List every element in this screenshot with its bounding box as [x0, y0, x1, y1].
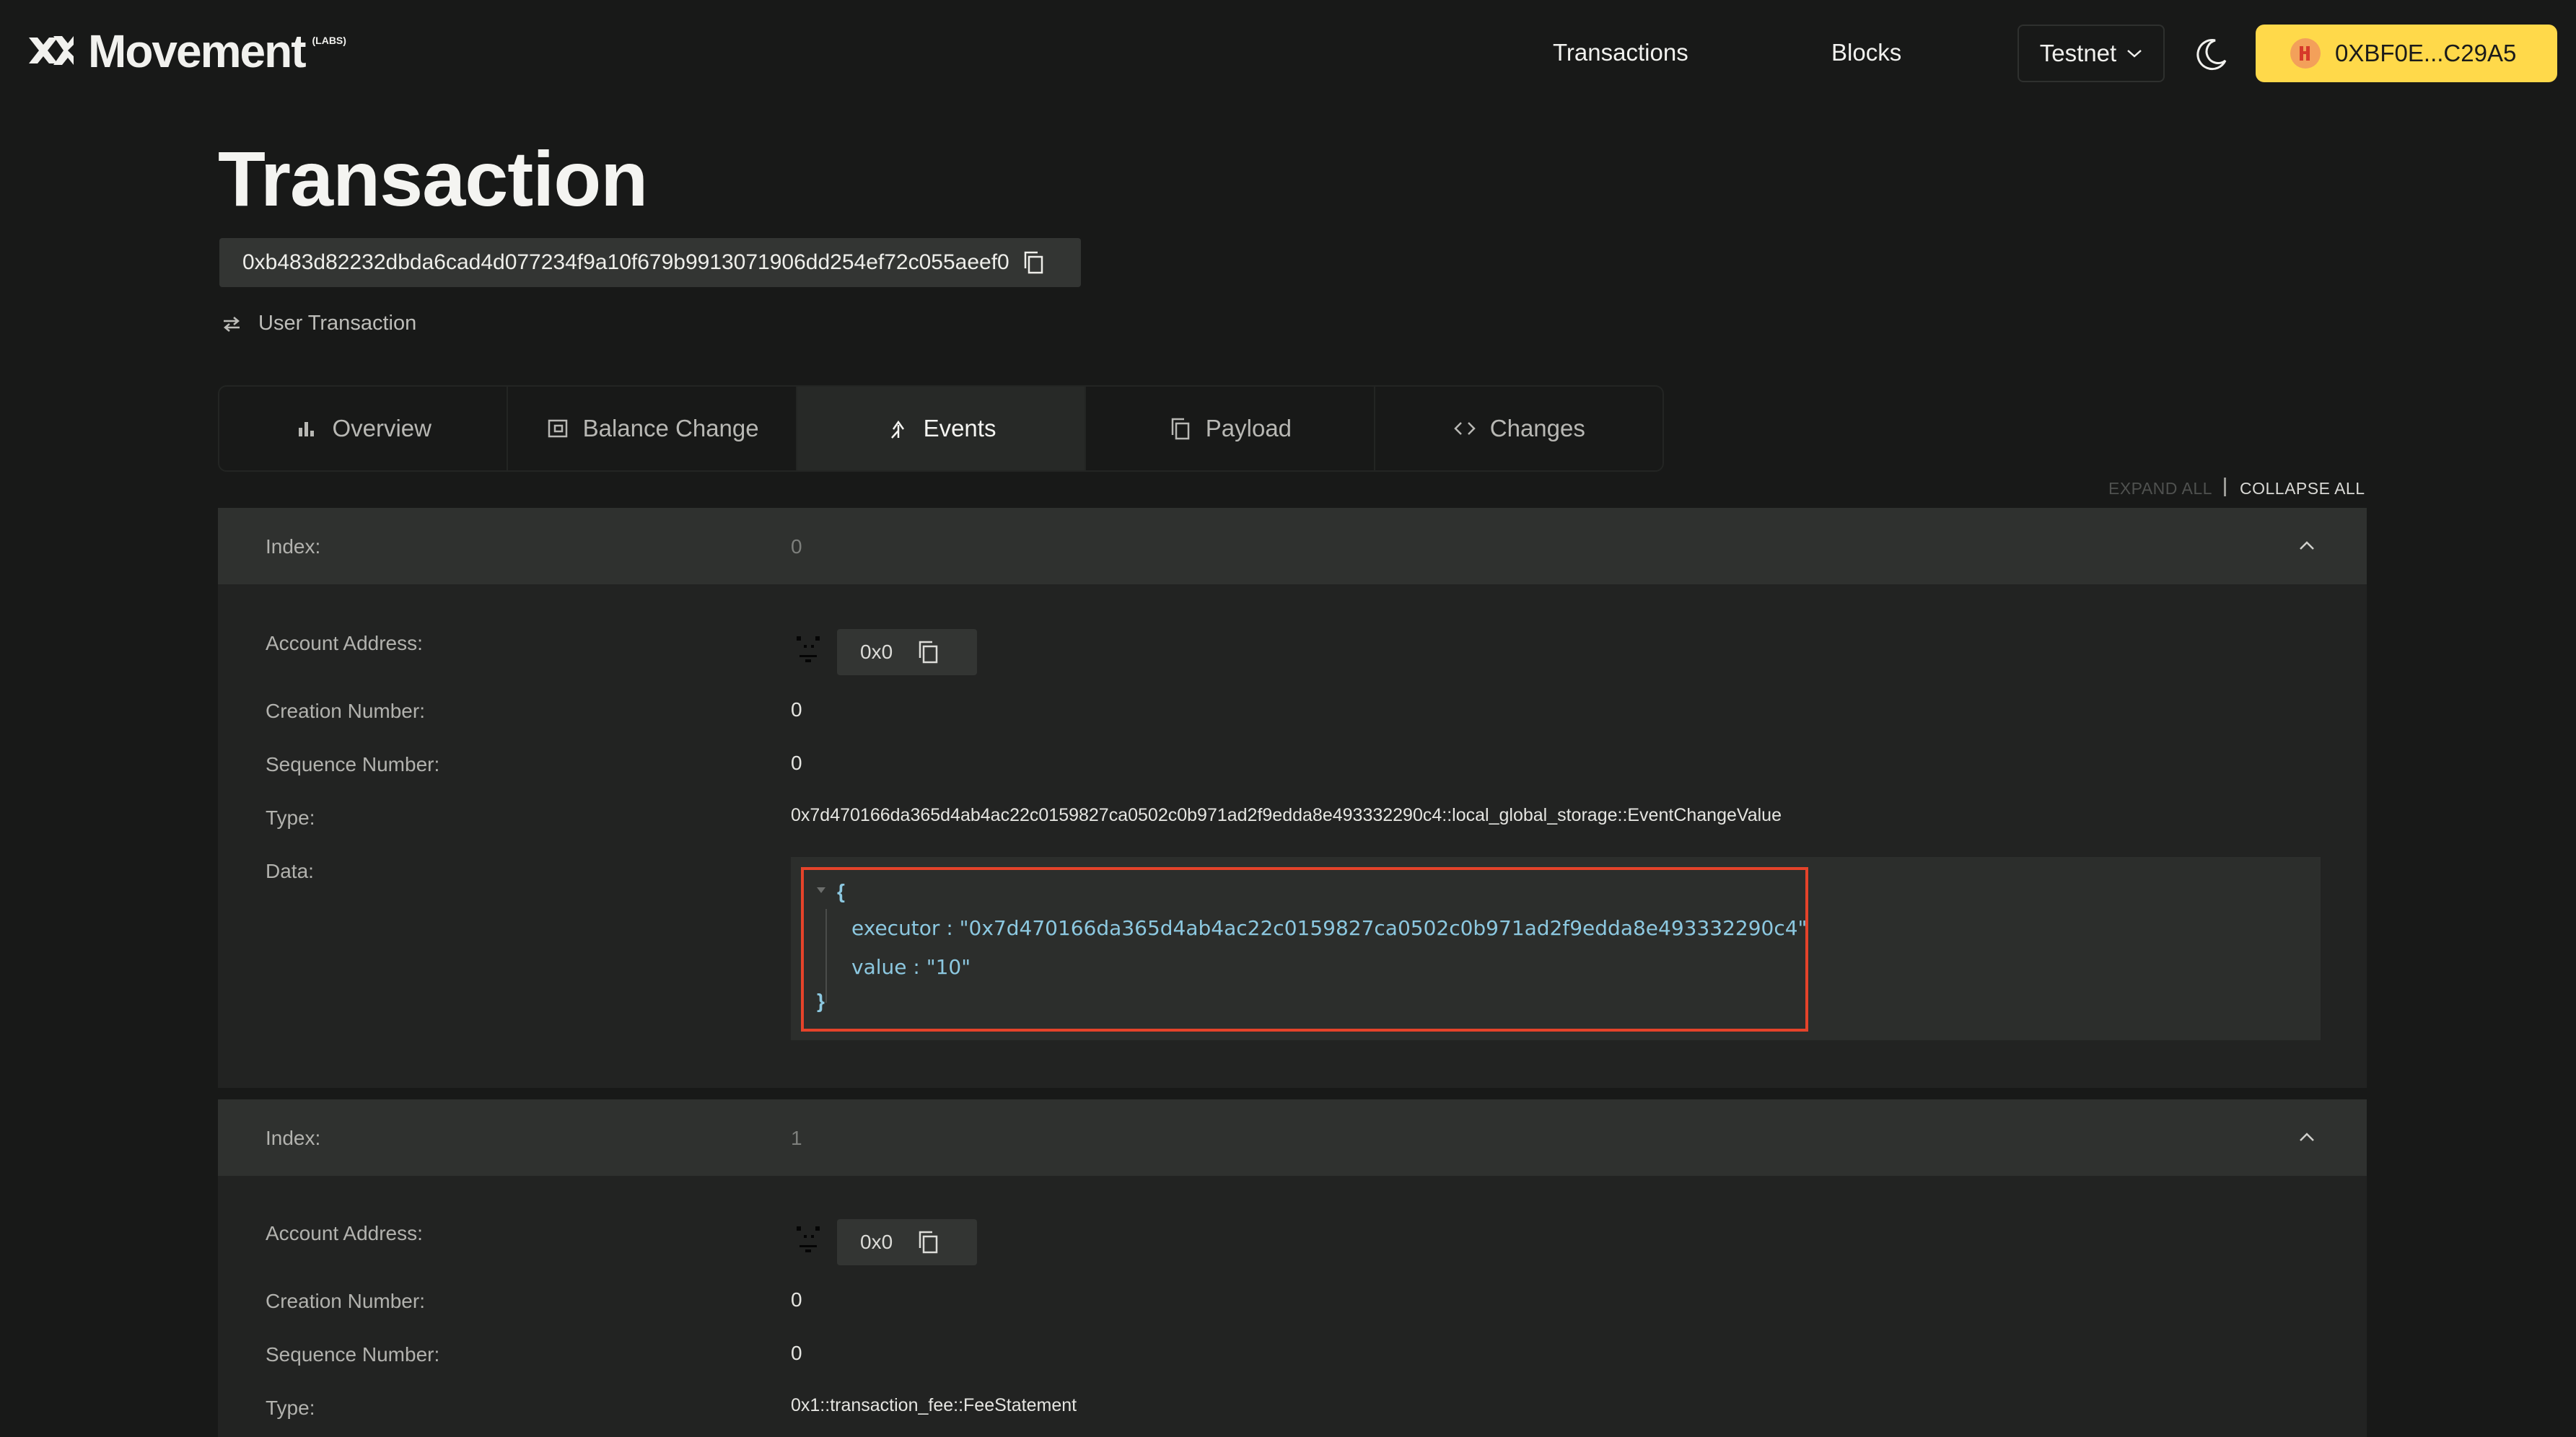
sequence-number-value: 0	[791, 752, 802, 774]
wallet-icon	[548, 419, 567, 438]
tab-balance-change-label: Balance Change	[582, 415, 759, 441]
expand-all-button[interactable]: EXPAND ALL	[2108, 479, 2212, 498]
tab-bar: Overview Balance Change Events Payload C…	[218, 385, 1664, 472]
tab-overview[interactable]: Overview	[219, 387, 509, 470]
wallet-address: 0XBF0E...C29A5	[2335, 40, 2517, 66]
sequence-number-label: Sequence Number:	[266, 1343, 440, 1366]
transaction-hash: 0xb483d82232dbda6cad4d077234f9a10f679b99…	[219, 238, 1081, 287]
tab-balance-change[interactable]: Balance Change	[508, 387, 797, 470]
nav-blocks[interactable]: Blocks	[1831, 39, 1901, 66]
chevron-down-icon	[2127, 50, 2142, 58]
tab-changes-label: Changes	[1489, 415, 1585, 441]
type-label: Type:	[266, 1397, 315, 1419]
wallet-button[interactable]: 0XBF0E...C29A5	[2256, 25, 2557, 82]
sequence-number-label: Sequence Number:	[266, 753, 440, 775]
moon-icon[interactable]	[2194, 36, 2230, 72]
tab-overview-label: Overview	[332, 415, 431, 441]
brand-name: Movement	[88, 25, 306, 77]
event-header[interactable]	[218, 508, 2367, 584]
type-value: 0x1::transaction_fee::FeeStatement	[791, 1395, 1077, 1415]
account-address-label: Account Address:	[266, 632, 423, 654]
transaction-type: User Transaction	[221, 312, 416, 335]
index-label: Index:	[266, 535, 321, 558]
chevron-up-icon[interactable]	[2296, 535, 2318, 557]
account-avatar-icon	[797, 636, 820, 662]
index-label: Index:	[266, 1127, 321, 1149]
tab-events[interactable]: Events	[797, 387, 1087, 470]
json-close-brace: }	[817, 990, 825, 1012]
json-executor: executor : "0x7d470166da365d4ab4ac22c015…	[851, 916, 1808, 940]
network-select[interactable]: Testnet	[2018, 25, 2165, 82]
movement-logo-icon	[29, 36, 74, 65]
json-indent-guide	[825, 909, 827, 1003]
data-label: Data:	[266, 860, 314, 882]
json-value: value : "10"	[851, 955, 971, 979]
network-label: Testnet	[2039, 40, 2117, 66]
account-address-value: 0x0	[860, 641, 893, 663]
event-panel: Index: 0 Account Address: 0x0 Creation N…	[218, 508, 2367, 1088]
json-open-brace: {	[837, 880, 845, 902]
transaction-type-label: User Transaction	[258, 312, 417, 335]
account-avatar-icon	[797, 1226, 820, 1252]
creation-number-label: Creation Number:	[266, 1290, 425, 1312]
account-address-label: Account Address:	[266, 1222, 423, 1244]
event-header[interactable]	[218, 1099, 2367, 1176]
tab-payload[interactable]: Payload	[1086, 387, 1375, 470]
divider	[2224, 478, 2226, 496]
code-icon	[1453, 422, 1476, 435]
type-label: Type:	[266, 807, 315, 829]
creation-number-value: 0	[791, 1288, 802, 1311]
nav-transactions[interactable]: Transactions	[1553, 39, 1688, 66]
swap-arrows-icon	[224, 316, 240, 332]
type-value: 0x7d470166da365d4ab4ac22c0159827ca0502c0…	[791, 805, 1782, 825]
chevron-up-icon[interactable]	[2296, 1127, 2318, 1148]
merge-icon	[890, 420, 904, 439]
collapse-all-button[interactable]: COLLAPSE ALL	[2240, 479, 2365, 498]
copy-icon[interactable]	[917, 640, 939, 664]
creation-number-value: 0	[791, 698, 802, 721]
transaction-hash-value: 0xb483d82232dbda6cad4d077234f9a10f679b99…	[242, 250, 1009, 274]
account-address: 0x0	[837, 629, 977, 675]
copy-doc-icon	[1171, 418, 1190, 440]
tab-events-label: Events	[923, 415, 996, 441]
index-value: 1	[791, 1127, 802, 1149]
tab-payload-label: Payload	[1205, 415, 1292, 441]
account-address-value: 0x0	[860, 1231, 893, 1253]
creation-number-label: Creation Number:	[266, 700, 425, 722]
brand-suffix: (LABS)	[312, 35, 346, 46]
copy-icon[interactable]	[1022, 250, 1044, 275]
wallet-avatar-icon	[2290, 38, 2321, 69]
copy-icon[interactable]	[917, 1230, 939, 1254]
collapse-triangle-icon[interactable]	[815, 886, 827, 895]
highlight-box	[801, 867, 1808, 1032]
account-address: 0x0	[837, 1219, 977, 1265]
brand-logo[interactable]: Movement (LABS)	[27, 25, 346, 77]
sequence-number-value: 0	[791, 1342, 802, 1364]
index-value: 0	[791, 535, 802, 558]
page-title: Transaction	[218, 135, 648, 222]
event-panel: Index: 1 Account Address: 0x0 Creation N…	[218, 1099, 2367, 1437]
tab-changes[interactable]: Changes	[1375, 387, 1662, 470]
bar-chart-icon	[299, 422, 315, 436]
